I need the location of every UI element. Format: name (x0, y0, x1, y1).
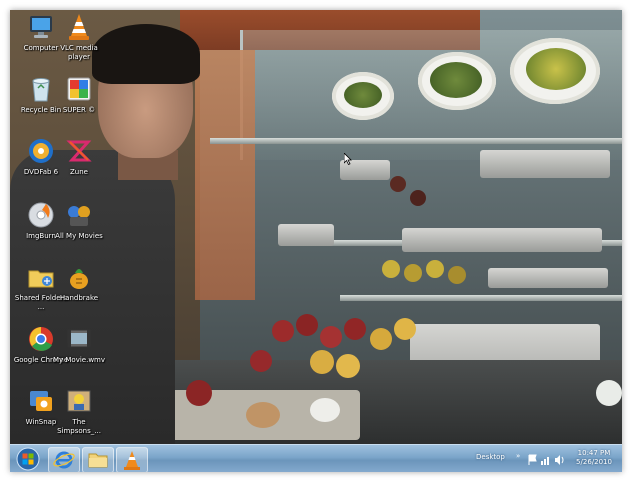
wallpaper-fruit (404, 264, 422, 282)
windows-orb-icon (16, 447, 40, 471)
wallpaper-fruit (296, 314, 318, 336)
desktop-icon-all-my-movies[interactable]: All My Movies (50, 200, 108, 258)
handbrake-icon (64, 262, 94, 292)
wallpaper-foil-tray (402, 228, 602, 252)
wallpaper-fruit (320, 326, 342, 348)
desktop-icon-label: My Movie.wmv (52, 356, 106, 364)
wallpaper-foil-tray (480, 150, 610, 178)
wallpaper-fruit (310, 350, 334, 374)
mouse-pointer-icon (343, 150, 352, 169)
taskbar: Desktop » 10:47 PM 5/26/2010 (10, 444, 622, 472)
wallpaper-bread (246, 402, 280, 428)
folder-icon (88, 453, 108, 468)
wallpaper-fruit (410, 190, 426, 206)
wallpaper-fruit (426, 260, 444, 278)
wallpaper-greens (526, 48, 586, 90)
wallpaper-fruit (394, 318, 416, 340)
wallpaper-foil-tray (488, 268, 608, 288)
clock-time: 10:47 PM (577, 449, 611, 457)
flag-icon[interactable] (528, 454, 537, 465)
wallpaper-fruit (344, 318, 366, 340)
vlc-cone-icon (64, 12, 94, 42)
taskbar-windows-explorer-button[interactable] (82, 447, 114, 472)
taskbar-clock[interactable]: 10:47 PM 5/26/2010 (570, 449, 618, 467)
wallpaper-foil-tray (278, 224, 334, 246)
desktop-icon-label: SUPER © (62, 106, 96, 114)
desktop-toolbar-label[interactable]: Desktop (476, 453, 505, 461)
wallpaper-fruit (336, 354, 360, 378)
desktop-icon-vlc[interactable]: VLC media player (50, 12, 108, 70)
system-tray (526, 452, 566, 466)
taskbar-internet-explorer-button[interactable] (48, 447, 80, 472)
wallpaper-orange-panel (195, 50, 255, 300)
wallpaper-fruit (272, 320, 294, 342)
taskbar-vlc-button[interactable] (116, 447, 148, 472)
desktop-icon-label: Handbrake (59, 294, 99, 302)
desktop-icon-the-simpsons[interactable]: The Simpsons_... (50, 386, 108, 444)
wallpaper-greens (344, 82, 382, 108)
wallpaper-greens (430, 62, 482, 98)
start-button[interactable] (13, 446, 43, 472)
super-icon (64, 74, 94, 104)
desktop-icon-label: VLC media player (60, 44, 98, 61)
desktop-icon-label: The Simpsons_... (57, 418, 101, 435)
wallpaper-fruit (186, 380, 212, 406)
wallpaper-shelf (210, 138, 622, 144)
wallpaper-man-hair (92, 24, 200, 84)
desktop-icon-label: All My Movies (55, 232, 103, 240)
desktop-screen: Computer VLC media player Recycle Bin SU… (10, 10, 622, 472)
internet-explorer-icon (53, 451, 75, 469)
desktop-icon-handbrake[interactable]: Handbrake (50, 262, 108, 320)
video-file-icon (64, 324, 94, 354)
toolbar-chevron-icon[interactable]: » (516, 452, 520, 460)
wallpaper-fruit (448, 266, 466, 284)
wallpaper-fruit (370, 328, 392, 350)
desktop-icon-my-movie[interactable]: My Movie.wmv (50, 324, 108, 382)
wallpaper-bowl (310, 398, 340, 422)
desktop-icon-label: Zune (70, 168, 88, 176)
volume-icon[interactable] (555, 455, 564, 465)
screenshot-frame: Computer VLC media player Recycle Bin SU… (0, 0, 640, 487)
network-icon[interactable] (541, 457, 549, 465)
zune-icon (64, 136, 94, 166)
all-my-movies-icon (64, 200, 94, 230)
video-thumbnail-icon (64, 386, 94, 416)
wallpaper-shelf (340, 295, 622, 301)
wallpaper-bowl (596, 380, 622, 406)
vlc-cone-icon (124, 451, 140, 470)
desktop-icon-super[interactable]: SUPER © (50, 74, 108, 132)
desktop-icon-zune[interactable]: Zune (50, 136, 108, 194)
wallpaper-fruit (250, 350, 272, 372)
wallpaper-fruit (390, 176, 406, 192)
wallpaper-fruit (382, 260, 400, 278)
clock-date: 5/26/2010 (576, 458, 612, 466)
